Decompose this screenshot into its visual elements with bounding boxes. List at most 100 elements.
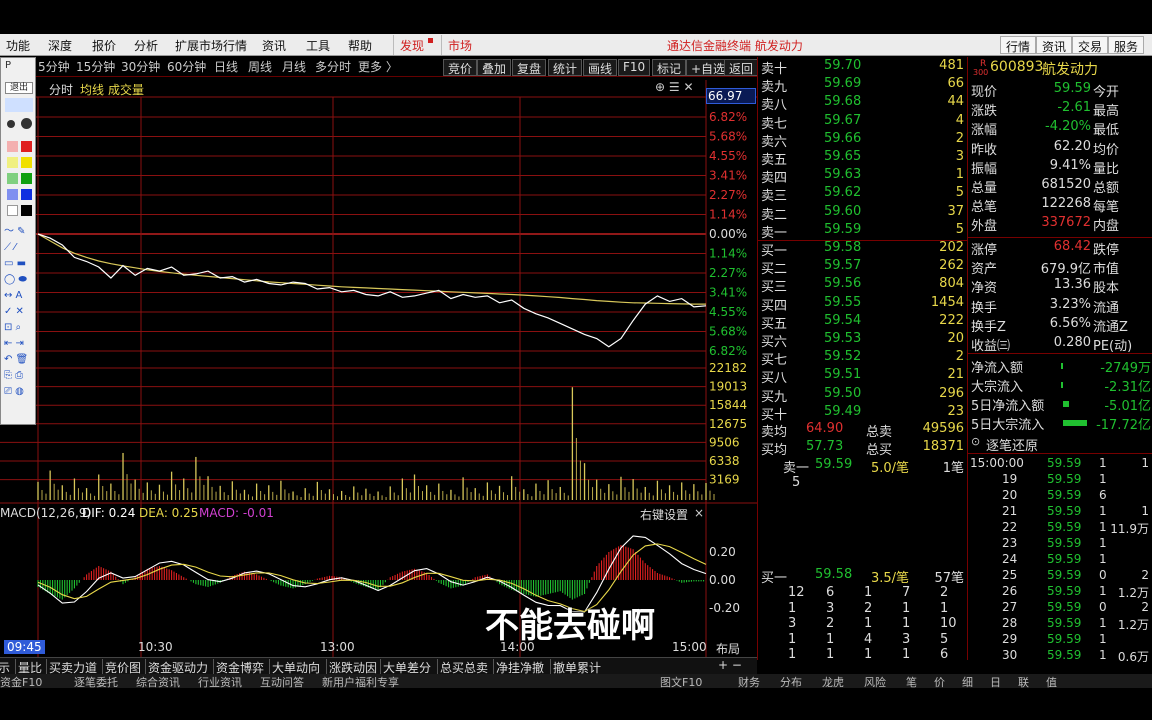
- bottom-row-item[interactable]: 逐笔委托: [74, 674, 118, 688]
- bid-row[interactable]: 买二 59.57 262: [758, 258, 968, 277]
- btn-auction[interactable]: 竞价: [443, 59, 478, 76]
- btn-replay[interactable]: 复盘: [512, 59, 547, 76]
- btn-f10[interactable]: F10: [618, 59, 651, 76]
- ask-row[interactable]: 卖一 59.59 5: [758, 222, 968, 241]
- period-month[interactable]: 月线: [282, 58, 306, 75]
- flow-row[interactable]: 大宗流入 -2.31亿: [968, 376, 1152, 395]
- btn-draw[interactable]: 画线: [583, 59, 618, 76]
- ask-row[interactable]: 卖三 59.62 5: [758, 185, 968, 204]
- info-row[interactable]: 总笔 122268 每笔: [968, 196, 1152, 215]
- chart-window-icons[interactable]: ⊕ ☰ ✕: [655, 80, 694, 94]
- ask-row[interactable]: 卖四 59.63 1: [758, 167, 968, 186]
- info-row[interactable]: 换手Z 6.56% 流通Z: [968, 316, 1152, 335]
- bid-row[interactable]: 买十 59.49 23: [758, 404, 968, 423]
- bottom-row-item[interactable]: 新用户福利专享: [322, 674, 399, 688]
- info-row[interactable]: 换手 3.23% 流通: [968, 297, 1152, 316]
- period-30m[interactable]: 30分钟: [121, 58, 160, 75]
- bottom-right-item[interactable]: 笔: [906, 674, 917, 688]
- info-row[interactable]: 净资 13.36 股本: [968, 277, 1152, 296]
- intraday-chart[interactable]: 6.82% 5.68% 4.55% 3.41% 2.27% 1.14% 0.00% 1.14%…: [0, 80, 757, 660]
- close-icon[interactable]: ×: [694, 506, 704, 520]
- bottom-right-item[interactable]: 细: [962, 674, 973, 688]
- buy-avg-row[interactable]: 买均 57.73 总买 18371: [758, 439, 968, 458]
- info-row[interactable]: 涨幅 -4.20% 最低: [968, 119, 1152, 138]
- menu-analysis[interactable]: 分析: [134, 37, 158, 54]
- info-row[interactable]: 昨收 62.20 均价: [968, 139, 1152, 158]
- info-row[interactable]: 涨跌 -2.61 最高: [968, 100, 1152, 119]
- chart-tab-avg[interactable]: 均线: [80, 81, 104, 98]
- flow-row[interactable]: 5日大宗流入 -17.72亿: [968, 414, 1152, 433]
- bottom-right-item[interactable]: 联: [1018, 674, 1029, 688]
- draw-tools-icons[interactable]: 〜 ✎ ⟋ ⁄ ▭ ▬ ◯ ⬬ ↔ A ✓ ✕ ⊡ ⌕ ⇤ ⇥ ↶ 🗑 ⎘ ⎙ ⎚ ◍: [4, 224, 34, 400]
- period-15m[interactable]: 15分钟: [76, 58, 115, 75]
- info-row[interactable]: 振幅 9.41% 量比: [968, 158, 1152, 177]
- bottom-row-item[interactable]: 行业资讯: [198, 674, 242, 688]
- ask-row[interactable]: 卖六 59.66 2: [758, 131, 968, 150]
- ask-row[interactable]: 卖七 59.67 4: [758, 113, 968, 132]
- macd-settings[interactable]: 右键设置: [640, 506, 688, 523]
- color-red-icon[interactable]: [21, 141, 32, 152]
- period-week[interactable]: 周线: [248, 58, 272, 75]
- bottom-right-item[interactable]: 值: [1046, 674, 1057, 688]
- drawbar-exit-button[interactable]: 退出: [5, 82, 33, 94]
- period-5m[interactable]: 5分钟: [38, 58, 70, 75]
- bottom-right-item[interactable]: 财务: [738, 674, 760, 688]
- info-row[interactable]: 总量 681520 总额: [968, 177, 1152, 196]
- ask-row[interactable]: 卖十 59.70 481: [758, 58, 968, 77]
- bottom-right-item[interactable]: 龙虎: [822, 674, 844, 688]
- btn-back[interactable]: 返回: [724, 59, 759, 76]
- menu-ext-market[interactable]: 扩展市场行情: [175, 37, 247, 54]
- ask-row[interactable]: 卖五 59.65 3: [758, 149, 968, 168]
- bottom-row-item[interactable]: 互动问答: [260, 674, 304, 688]
- tick-row[interactable]: 30 59.59 1 0.6万: [968, 648, 1152, 667]
- btn-mark[interactable]: 标记: [652, 59, 687, 76]
- bid-row[interactable]: 买八 59.51 21: [758, 367, 968, 386]
- bid-row[interactable]: 买九 59.50 296: [758, 386, 968, 405]
- period-60m[interactable]: 60分钟: [167, 58, 206, 75]
- bottom-right-item[interactable]: 日: [990, 674, 1001, 688]
- market-tab[interactable]: 市场: [441, 35, 478, 55]
- chart-tab-volume[interactable]: 成交量: [108, 81, 144, 98]
- period-multi[interactable]: 多分时: [315, 58, 351, 75]
- bid-row[interactable]: 买六 59.53 20: [758, 331, 968, 350]
- bottom-row-item[interactable]: 综合资讯: [136, 674, 180, 688]
- color-yellow-icon[interactable]: [21, 157, 32, 168]
- right-btn-quote[interactable]: 行情: [1000, 36, 1037, 54]
- info-row[interactable]: 外盘 337672 内盘: [968, 215, 1152, 234]
- right-btn-news[interactable]: 资讯: [1036, 36, 1073, 54]
- btn-overlay[interactable]: 叠加: [477, 59, 512, 76]
- discover-tab[interactable]: 发现: [393, 35, 430, 55]
- flow-row[interactable]: 净流入额 -2749万: [968, 357, 1152, 376]
- bottom-right-item[interactable]: 图文F10: [660, 674, 702, 688]
- btn-stats[interactable]: 统计: [548, 59, 583, 76]
- queue-buy-row[interactable]: 1 1 1 1 6: [758, 647, 968, 665]
- color-pink-icon[interactable]: [7, 141, 18, 152]
- menu-function[interactable]: 功能: [6, 37, 30, 54]
- menu-depth[interactable]: 深度: [48, 37, 72, 54]
- info-row[interactable]: 涨停 68.42 跌停: [968, 239, 1152, 258]
- chart-tab-intraday[interactable]: 分时: [49, 81, 73, 98]
- sell-avg-row[interactable]: 卖均 64.90 总卖 49596: [758, 421, 968, 440]
- period-more[interactable]: 更多 〉: [358, 58, 398, 75]
- color-lightblue-icon[interactable]: [7, 189, 18, 200]
- bottom-right-item[interactable]: 价: [934, 674, 945, 688]
- color-lightyellow-icon[interactable]: [7, 157, 18, 168]
- color-white-icon[interactable]: [7, 205, 18, 216]
- right-btn-trade[interactable]: 交易: [1072, 36, 1109, 54]
- menu-news[interactable]: 资讯: [262, 37, 286, 54]
- dot-small-icon[interactable]: [5, 98, 33, 112]
- bid-row[interactable]: 买三 59.56 804: [758, 276, 968, 295]
- bid-row[interactable]: 买五 59.54 222: [758, 313, 968, 332]
- bottom-right-item[interactable]: 分布: [780, 674, 802, 688]
- dot-medium-icon[interactable]: [7, 120, 15, 128]
- info-row[interactable]: 收益㈢ 0.280 PE(动): [968, 335, 1152, 354]
- ask-row[interactable]: 卖八 59.68 44: [758, 94, 968, 113]
- queue-sell-items[interactable]: 5: [758, 475, 968, 493]
- layout-button[interactable]: 布局: [716, 640, 740, 657]
- bottom-right-item[interactable]: 风险: [864, 674, 886, 688]
- bid-row[interactable]: 买一 59.58 202: [758, 240, 968, 259]
- menu-tools[interactable]: 工具: [306, 37, 330, 54]
- color-black-icon[interactable]: [21, 205, 32, 216]
- bid-row[interactable]: 买四 59.55 1454: [758, 295, 968, 314]
- queue-buy-header[interactable]: 买一 59.58 3.5/笔 57笔: [758, 567, 968, 586]
